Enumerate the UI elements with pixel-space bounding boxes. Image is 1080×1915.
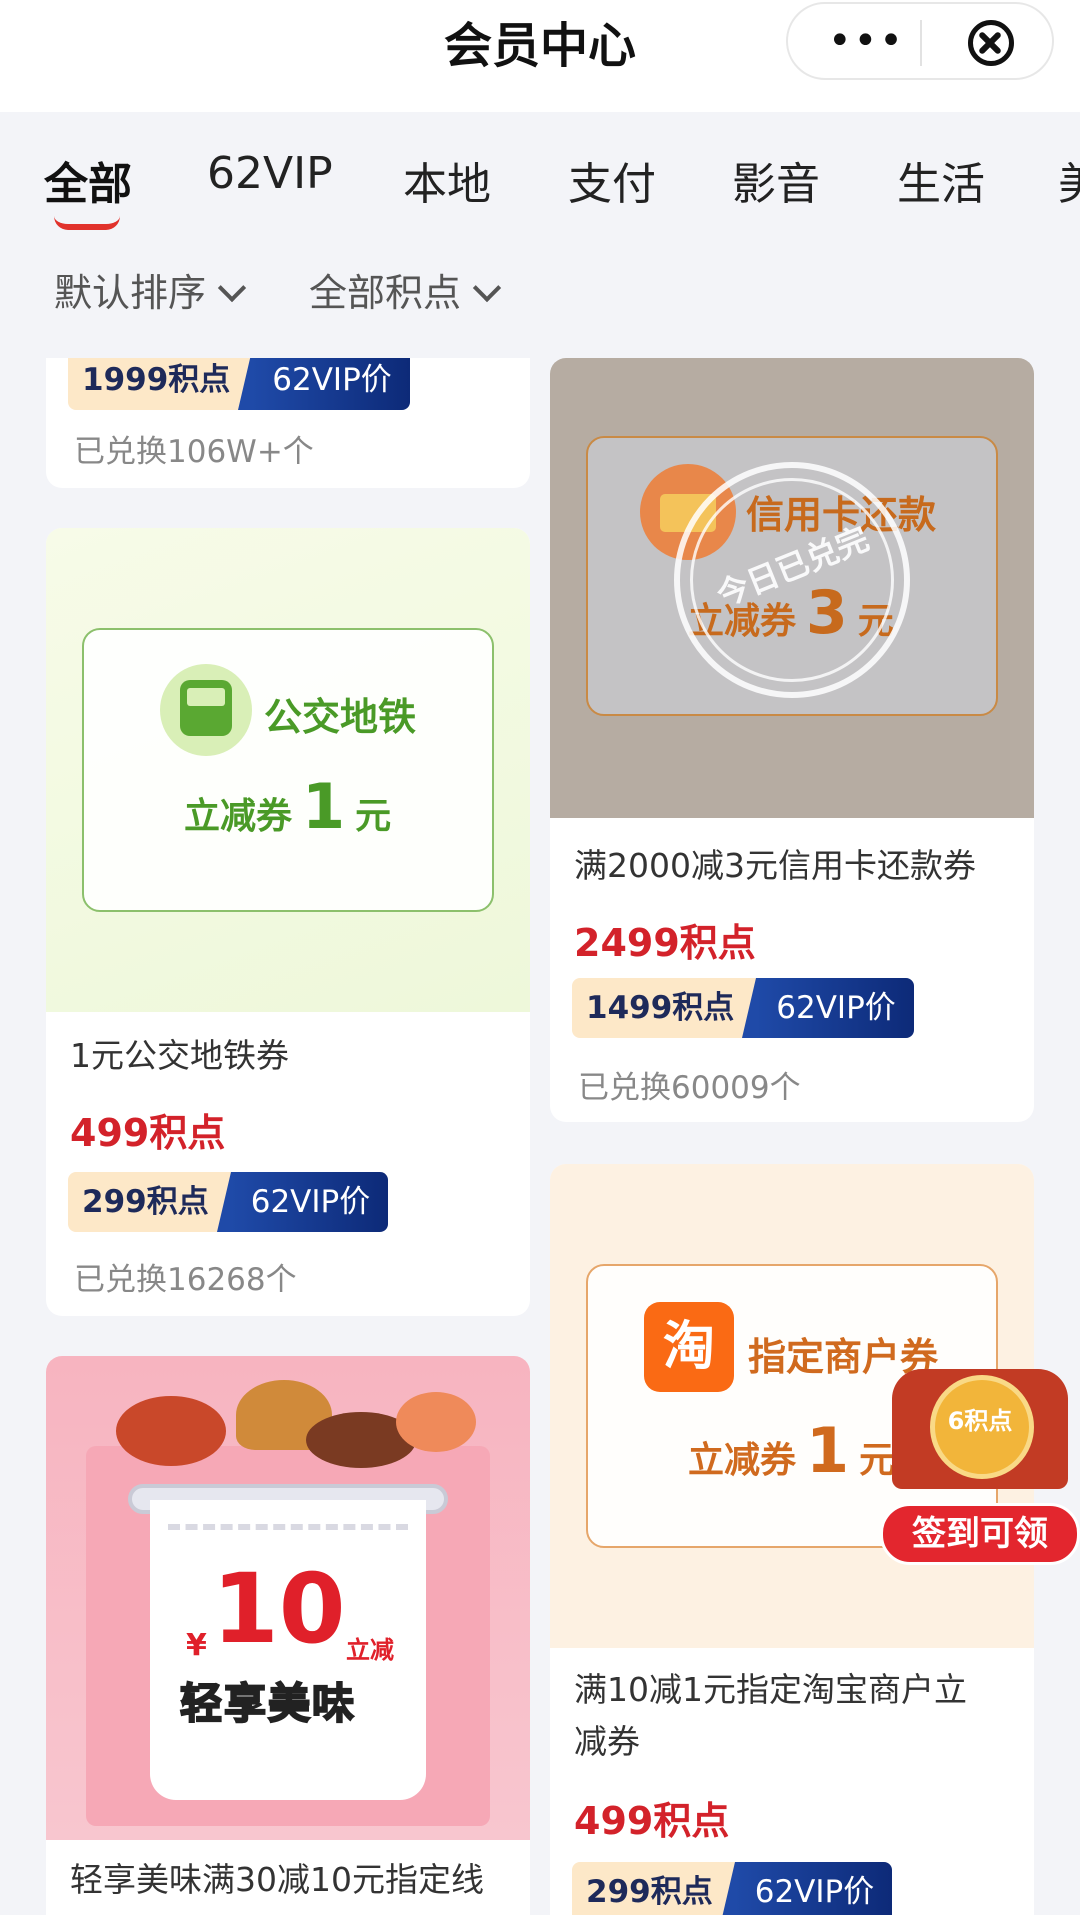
vip-price-tag: 299积点 62VIP价 [68,1172,389,1232]
discount-tag: 立减 [346,1636,394,1664]
more-icon[interactable]: ••• [828,21,905,61]
chevron-down-icon [217,273,247,303]
tab-62vip[interactable]: 62VIP [207,148,333,199]
tab-media[interactable]: 影音 [732,148,820,212]
product-price: 499积点 [70,1111,226,1155]
tab-local[interactable]: 本地 [403,148,491,212]
product-name: 满2000减3元信用卡还款券 [574,846,976,885]
product-card-transit[interactable]: 公交地铁 立减券 1 元 1元公交地铁券 499积点 299积点 62VIP价 已兑… [46,528,530,1316]
product-feed[interactable]: 1999积点 62VIP价 已兑换106W+个 信用卡还款 立减券 3 元 今日已兑… [0,358,1080,1915]
discount-amount: 10 [212,1553,346,1665]
sold-out-stamp: 今日已兑完 [674,462,910,698]
coupon-title: 公交地铁 [264,695,417,739]
tab-all[interactable]: 全部 [44,148,132,212]
sort-dropdown[interactable]: 默认排序 [54,262,247,317]
vip-price-tag: 1999积点 62VIP价 [68,358,410,410]
treasure-chest-icon: 6积点 [892,1369,1068,1489]
product-image: ¥ 10 立减 轻享美味 [46,1356,530,1840]
capsule-divider [920,20,922,66]
tab-life[interactable]: 生活 [897,148,985,212]
exchanged-count: 已兑换60009个 [578,1070,801,1106]
product-name: 满10减1元指定淘宝商户立 减券 [574,1664,967,1768]
checkin-reward-badge[interactable]: 6积点 签到可领 [880,1365,1080,1565]
product-card-partial[interactable]: 1999积点 62VIP价 已兑换106W+个 [46,358,530,488]
currency-symbol: ¥ [186,1628,207,1663]
miniapp-capsule: ••• [786,2,1054,80]
checkin-label: 签到可领 [880,1503,1080,1565]
product-image: 公交地铁 立减券 1 元 [46,528,530,1012]
product-name-line1: 满10减1元指定淘宝商户立 [574,1670,967,1709]
product-image: 信用卡还款 立减券 3 元 今日已兑完 [550,358,1034,818]
badge-points: 6积点 [947,1407,1013,1435]
product-name-line2: 减券 [574,1722,640,1761]
vip-label: 62VIP价 [742,978,914,1038]
exchanged-count: 已兑换16268个 [74,1262,297,1298]
slogan: 轻享美味 [179,1678,357,1729]
chevron-down-icon [472,273,502,303]
coupon-value: 立减券 1 元 [688,1414,896,1487]
bus-icon [160,664,252,756]
close-icon[interactable] [968,20,1014,66]
vip-label: 62VIP价 [720,1862,893,1915]
points-filter-dropdown[interactable]: 全部积点 [309,262,502,317]
taobao-icon: 淘 [644,1302,734,1392]
product-price: 2499积点 [574,921,756,965]
tab-payment[interactable]: 支付 [568,148,656,212]
category-tabs: 全部 62VIP 本地 支付 影音 生活 美 [0,112,1080,242]
points-filter-label: 全部积点 [309,271,462,315]
vip-label: 62VIP价 [216,1172,389,1232]
coupon-box: 公交地铁 立减券 1 元 [82,628,494,912]
exchanged-count: 已兑换106W+个 [74,434,314,470]
tab-food[interactable]: 美 [1058,148,1080,212]
vip-price-tag: 299积点 62VIP价 [572,1862,893,1915]
vip-label: 62VIP价 [238,358,410,410]
food-illustration [106,1376,476,1472]
ticket: ¥ 10 立减 轻享美味 [150,1500,426,1800]
vip-points: 1999积点 [68,358,253,410]
vip-points: 299积点 [572,1862,735,1915]
product-card-credit[interactable]: 信用卡还款 立减券 3 元 今日已兑完 满2000减3元信用卡还款券 2499积点 … [550,358,1034,1122]
vip-points: 299积点 [68,1172,231,1232]
vip-price-tag: 1499积点 62VIP价 [572,978,914,1038]
top-bar: 会员中心 ••• [0,0,1080,112]
product-price: 499积点 [574,1799,730,1843]
vip-points: 1499积点 [572,978,757,1038]
sort-label: 默认排序 [54,271,207,315]
product-card-food[interactable]: ¥ 10 立减 轻享美味 轻享美味满30减10元指定线 [46,1356,530,1915]
coupon-value: 立减券 1 元 [184,770,392,843]
product-name: 轻享美味满30减10元指定线 [70,1860,484,1899]
active-tab-indicator [54,216,120,230]
product-name: 1元公交地铁券 [70,1036,289,1075]
